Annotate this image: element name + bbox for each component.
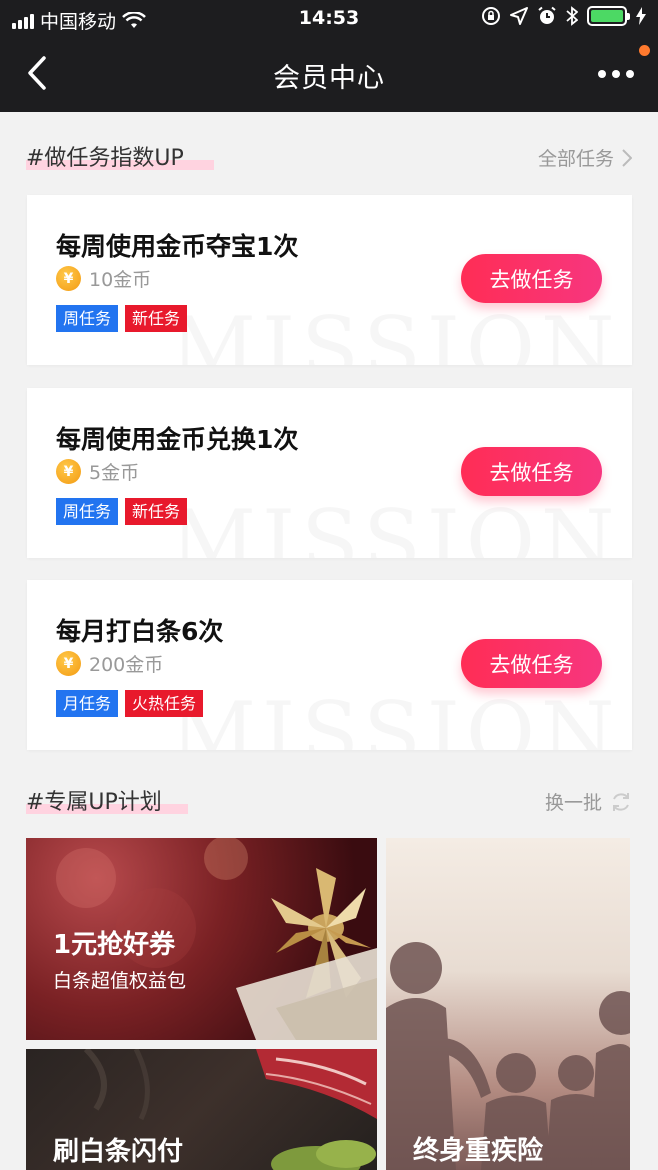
bluetooth-icon [566,6,578,26]
task-tag: 新任务 [125,305,188,332]
task-tags: 月任务 火热任务 [56,690,204,717]
all-tasks-link[interactable]: 全部任务 [538,144,632,171]
task-tags: 周任务 新任务 [56,498,188,525]
rotation-lock-icon [482,7,500,25]
plan-section-header: #专属UP计划 换一批 [26,784,632,818]
top-bar: 中国移动 14:53 会员中心 [0,0,658,112]
refresh-label: 换一批 [544,792,602,814]
tile-title: 终身重疾险 [413,1136,544,1166]
battery-icon [587,6,630,26]
task-tag: 月任务 [56,690,119,717]
mission-watermark: MISSION [170,299,621,365]
task-card: MISSION 每月打白条6次 ¥ 200金币 月任务 火热任务 去做任务 [27,580,632,750]
refresh-link[interactable]: 换一批 [545,788,632,815]
tasks-section-title: #做任务指数UP [26,146,184,171]
plan-tile-payment[interactable]: 刷白条闪付 [26,1049,377,1170]
mission-watermark: MISSION [170,684,621,750]
coin-icon: ¥ [56,651,81,676]
task-tag: 周任务 [56,305,119,332]
refresh-icon [613,792,629,811]
task-card: MISSION 每周使用金币夺宝1次 ¥ 10金币 周任务 新任务 去做任务 [27,195,632,365]
plan-section-title: #专属UP计划 [26,790,162,815]
task-title: 每周使用金币兑换1次 [56,425,299,454]
tile-title: 刷白条闪付 [53,1137,184,1167]
plan-tile-coupon[interactable]: 1元抢好券 白条超值权益包 [26,838,377,1040]
location-icon [510,7,528,25]
reward-label: 200金币 [89,654,164,676]
do-task-button[interactable]: 去做任务 [461,639,602,688]
mission-watermark: MISSION [170,492,621,558]
reward-label: 10金币 [89,269,152,291]
task-tag: 新任务 [125,498,188,525]
task-reward: ¥ 10金币 [56,265,151,292]
all-tasks-label: 全部任务 [537,148,614,170]
plan-tile-insurance[interactable]: 终身重疾险 [386,838,630,1170]
task-tag: 周任务 [56,498,119,525]
task-tag: 火热任务 [125,690,204,717]
notification-dot [639,45,650,56]
coin-icon: ¥ [56,459,81,484]
task-tags: 周任务 新任务 [56,305,188,332]
tasks-section-header: #做任务指数UP 全部任务 [26,140,632,174]
tile-subtitle: 白条超值权益包 [53,970,187,992]
alarm-icon [538,6,556,24]
task-title: 每周使用金币夺宝1次 [56,232,299,261]
do-task-button[interactable]: 去做任务 [461,447,602,496]
page-title: 会员中心 [273,63,385,94]
task-reward: ¥ 200金币 [56,650,163,677]
status-bar: 中国移动 14:53 [0,0,658,38]
reward-label: 5金币 [89,462,140,484]
family-silhouette-image [386,942,630,1170]
task-card: MISSION 每周使用金币兑换1次 ¥ 5金币 周任务 新任务 去做任务 [27,388,632,558]
do-task-button[interactable]: 去做任务 [461,254,602,303]
tile-title: 1元抢好券 [53,930,176,960]
task-title: 每月打白条6次 [56,617,224,646]
task-reward: ¥ 5金币 [56,458,139,485]
coin-icon: ¥ [56,266,81,291]
chevron-right-icon [622,148,632,167]
charging-icon [636,7,646,25]
more-menu-icon[interactable] [598,62,638,86]
